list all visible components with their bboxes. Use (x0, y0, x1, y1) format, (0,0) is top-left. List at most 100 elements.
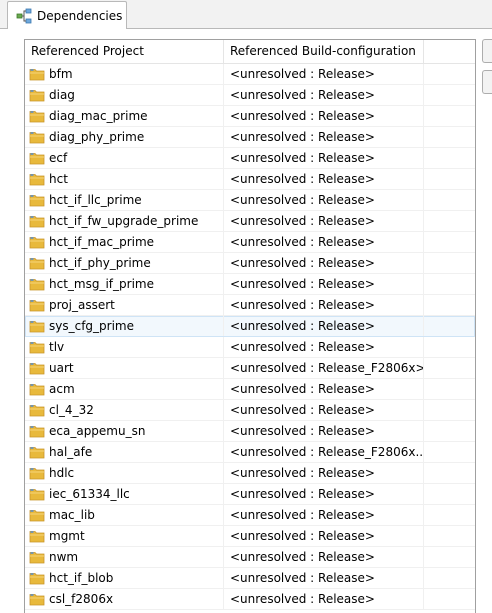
cell-build-configuration[interactable]: <unresolved : Release> (224, 463, 424, 483)
project-folder-icon (29, 552, 45, 564)
project-folder-icon (29, 321, 45, 333)
cell-build-configuration[interactable]: <unresolved : Release> (224, 211, 424, 231)
side-button-2[interactable] (482, 70, 492, 94)
cell-project[interactable]: proj_assert (25, 295, 224, 315)
project-folder-icon (29, 384, 45, 396)
cell-build-configuration[interactable]: <unresolved : Release> (224, 127, 424, 147)
tab-label: Dependencies (37, 8, 123, 23)
table-row[interactable]: diag_phy_prime <unresolved : Release> (25, 127, 475, 148)
project-name: proj_assert (49, 298, 115, 312)
cell-project[interactable]: hct_msg_if_prime (25, 274, 224, 294)
cell-build-configuration[interactable]: <unresolved : Release> (224, 106, 424, 126)
project-name: diag (49, 88, 75, 102)
table-row[interactable]: uart <unresolved : Release_F2806x> (25, 358, 475, 379)
cell-project[interactable]: acm (25, 379, 224, 399)
table-row[interactable]: proj_assert <unresolved : Release> (25, 295, 475, 316)
table-row[interactable]: mac_lib <unresolved : Release> (25, 505, 475, 526)
cell-project[interactable]: iec_61334_llc (25, 484, 224, 504)
cell-build-configuration[interactable]: <unresolved : Release> (224, 505, 424, 525)
table-row[interactable]: nwm <unresolved : Release> (25, 547, 475, 568)
project-name: eca_appemu_sn (49, 424, 146, 438)
table-row[interactable]: hct_msg_if_prime <unresolved : Release> (25, 274, 475, 295)
side-button-1[interactable] (482, 39, 492, 63)
table-row[interactable]: acm <unresolved : Release> (25, 379, 475, 400)
cell-build-configuration[interactable]: <unresolved : Release> (224, 274, 424, 294)
table-row[interactable]: hct_if_llc_prime <unresolved : Release> (25, 190, 475, 211)
project-name: cl_4_32 (49, 403, 94, 417)
cell-project[interactable]: tlv (25, 337, 224, 357)
tab-dependencies[interactable]: Dependencies (7, 1, 127, 29)
cell-build-configuration[interactable]: <unresolved : Release> (224, 85, 424, 105)
cell-project[interactable]: bfm (25, 64, 224, 84)
table-row[interactable]: hct_if_mac_prime <unresolved : Release> (25, 232, 475, 253)
cell-build-configuration[interactable]: <unresolved : Release> (224, 64, 424, 84)
table-row[interactable]: hal_afe <unresolved : Release_F2806x... (25, 442, 475, 463)
project-folder-icon (29, 342, 45, 354)
cell-build-configuration[interactable]: <unresolved : Release> (224, 295, 424, 315)
cell-project[interactable]: hal_afe (25, 442, 224, 462)
cell-build-configuration[interactable]: <unresolved : Release> (224, 379, 424, 399)
cell-build-configuration[interactable]: <unresolved : Release> (224, 190, 424, 210)
cell-build-configuration[interactable]: <unresolved : Release> (224, 484, 424, 504)
column-header-project[interactable]: Referenced Project (25, 40, 224, 63)
cell-project[interactable]: eca_appemu_sn (25, 421, 224, 441)
table-row[interactable]: iec_61334_llc <unresolved : Release> (25, 484, 475, 505)
table-row[interactable]: diag <unresolved : Release> (25, 85, 475, 106)
table-row[interactable]: ecf <unresolved : Release> (25, 148, 475, 169)
cell-build-configuration[interactable]: <unresolved : Release> (224, 589, 424, 609)
cell-project[interactable]: hct_if_mac_prime (25, 232, 224, 252)
table-row[interactable]: hct_if_blob <unresolved : Release> (25, 568, 475, 589)
cell-project[interactable]: cl_4_32 (25, 400, 224, 420)
cell-project[interactable]: uart (25, 358, 224, 378)
cell-build-configuration[interactable]: <unresolved : Release> (224, 568, 424, 588)
cell-project[interactable]: mac_lib (25, 505, 224, 525)
table-row[interactable]: hdlc <unresolved : Release> (25, 463, 475, 484)
table-row[interactable]: eca_appemu_sn <unresolved : Release> (25, 421, 475, 442)
cell-build-configuration[interactable]: <unresolved : Release> (224, 316, 424, 336)
project-name: hct_if_blob (49, 571, 114, 585)
table-row[interactable]: csl_f2806x <unresolved : Release> (25, 589, 475, 610)
table-row[interactable]: mgmt <unresolved : Release> (25, 526, 475, 547)
table-row[interactable]: hct <unresolved : Release> (25, 169, 475, 190)
project-folder-icon (29, 216, 45, 228)
table-row[interactable]: bfm <unresolved : Release> (25, 64, 475, 85)
cell-build-configuration[interactable]: <unresolved : Release_F2806x> (224, 358, 424, 378)
cell-project[interactable]: hct_if_llc_prime (25, 190, 224, 210)
cell-build-configuration[interactable]: <unresolved : Release> (224, 148, 424, 168)
cell-build-configuration[interactable]: <unresolved : Release> (224, 337, 424, 357)
cell-build-configuration[interactable]: <unresolved : Release> (224, 253, 424, 273)
cell-project[interactable]: hdlc (25, 463, 224, 483)
cell-build-configuration[interactable]: <unresolved : Release> (224, 547, 424, 567)
cell-project[interactable]: hct_if_phy_prime (25, 253, 224, 273)
cell-project[interactable]: hct_if_blob (25, 568, 224, 588)
cell-project[interactable]: hct_if_fw_upgrade_prime (25, 211, 224, 231)
table-row[interactable]: diag_mac_prime <unresolved : Release> (25, 106, 475, 127)
cell-build-configuration[interactable]: <unresolved : Release_F2806x... (224, 442, 424, 462)
cell-build-configuration[interactable]: <unresolved : Release> (224, 400, 424, 420)
cell-project[interactable]: ecf (25, 148, 224, 168)
cell-build-configuration[interactable]: <unresolved : Release> (224, 169, 424, 189)
project-folder-icon (29, 447, 45, 459)
project-name: hct_if_llc_prime (49, 193, 142, 207)
cell-project[interactable]: diag_mac_prime (25, 106, 224, 126)
cell-project[interactable]: sys_cfg_prime (25, 316, 224, 336)
cell-project[interactable]: diag_phy_prime (25, 127, 224, 147)
cell-project[interactable]: nwm (25, 547, 224, 567)
cell-build-configuration[interactable]: <unresolved : Release> (224, 232, 424, 252)
cell-project[interactable]: hct (25, 169, 224, 189)
cell-build-configuration[interactable]: <unresolved : Release> (224, 421, 424, 441)
cell-build-configuration[interactable]: <unresolved : Release> (224, 526, 424, 546)
cell-project[interactable]: diag (25, 85, 224, 105)
table-row[interactable]: cl_4_32 <unresolved : Release> (25, 400, 475, 421)
column-header-config[interactable]: Referenced Build-configuration (224, 40, 424, 63)
table-row[interactable]: hct_if_phy_prime <unresolved : Release> (25, 253, 475, 274)
project-name: hdlc (49, 466, 75, 480)
project-name: uart (49, 361, 74, 375)
project-folder-icon (29, 111, 45, 123)
table-row[interactable]: sys_cfg_prime <unresolved : Release> (25, 316, 475, 337)
cell-project[interactable]: csl_f2806x (25, 589, 224, 609)
table-row[interactable]: hct_if_fw_upgrade_prime <unresolved : Rel… (25, 211, 475, 232)
table-row[interactable]: tlv <unresolved : Release> (25, 337, 475, 358)
cell-project[interactable]: mgmt (25, 526, 224, 546)
project-folder-icon (29, 363, 45, 375)
